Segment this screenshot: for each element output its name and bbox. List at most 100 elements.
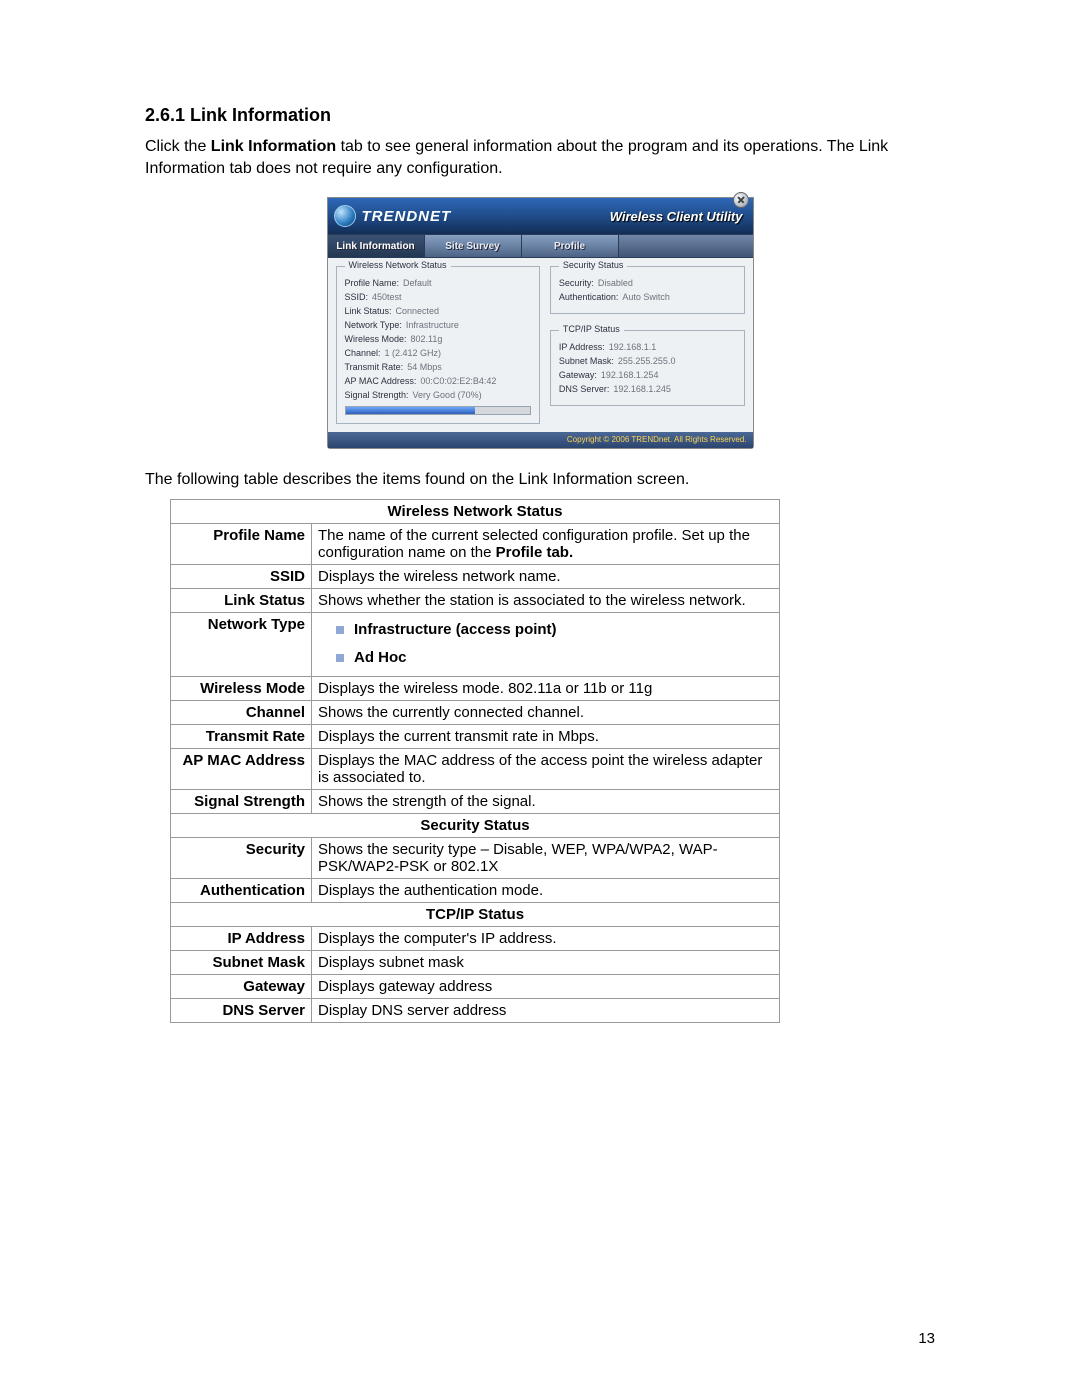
table-row: IP AddressDisplays the computer's IP add… <box>171 926 780 950</box>
def-key: AP MAC Address <box>171 748 312 789</box>
label: IP Address: <box>559 341 605 355</box>
def-key: Authentication <box>171 878 312 902</box>
def-key: Network Type <box>171 612 312 676</box>
table-section-header: Wireless Network Status <box>171 499 780 523</box>
label: SSID: <box>345 291 369 305</box>
tab-link-information[interactable]: Link Information <box>328 235 425 257</box>
def-key: DNS Server <box>171 998 312 1022</box>
table-section-header: Security Status <box>171 813 780 837</box>
group-title: Security Status <box>559 260 628 270</box>
def-val: Displays the computer's IP address. <box>312 926 780 950</box>
def-key: Link Status <box>171 588 312 612</box>
def-key: Wireless Mode <box>171 676 312 700</box>
label: Link Status: <box>345 305 392 319</box>
table-row: Signal StrengthShows the strength of the… <box>171 789 780 813</box>
document-page: 2.6.1 Link Information Click the Link In… <box>0 0 1080 1397</box>
globe-icon <box>334 205 356 227</box>
window-title: Wireless Client Utility <box>610 209 747 224</box>
group-security-status: Security Status Security:Disabled Authen… <box>550 266 745 314</box>
page-number: 13 <box>918 1330 935 1347</box>
tab-profile[interactable]: Profile <box>522 235 619 257</box>
table-row: GatewayDisplays gateway address <box>171 974 780 998</box>
def-key: IP Address <box>171 926 312 950</box>
group-title: TCP/IP Status <box>559 324 624 334</box>
def-val: Shows the strength of the signal. <box>312 789 780 813</box>
value: 192.168.1.254 <box>601 369 659 383</box>
table-row: Network Type Infrastructure (access poin… <box>171 612 780 676</box>
value: 192.168.1.245 <box>613 383 671 397</box>
value: Very Good (70%) <box>413 389 482 403</box>
def-val: Display DNS server address <box>312 998 780 1022</box>
wireless-client-utility-window: TRENDNET Wireless Client Utility Link In… <box>327 197 754 448</box>
def-val: Displays the MAC address of the access p… <box>312 748 780 789</box>
def-key: SSID <box>171 564 312 588</box>
def-key: Security <box>171 837 312 878</box>
table-section-header: TCP/IP Status <box>171 902 780 926</box>
label: Gateway: <box>559 369 597 383</box>
label: Transmit Rate: <box>345 361 404 375</box>
table-row: Profile Name The name of the current sel… <box>171 523 780 564</box>
intro-paragraph: Click the Link Information tab to see ge… <box>145 136 935 179</box>
table-row: Subnet MaskDisplays subnet mask <box>171 950 780 974</box>
label: Channel: <box>345 347 381 361</box>
label: Profile Name: <box>345 277 400 291</box>
value: Default <box>403 277 432 291</box>
value: Disabled <box>598 277 633 291</box>
bullet-icon <box>336 654 344 662</box>
value: 255.255.255.0 <box>618 355 676 369</box>
table-row: Link StatusShows whether the station is … <box>171 588 780 612</box>
value: Auto Switch <box>622 291 670 305</box>
value: Infrastructure <box>406 319 459 333</box>
section-heading: 2.6.1 Link Information <box>145 105 935 126</box>
value: 00:C0:02:E2:B4:42 <box>420 375 496 389</box>
table-intro: The following table describes the items … <box>145 471 935 489</box>
label: Wireless Mode: <box>345 333 407 347</box>
table-row: ChannelShows the currently connected cha… <box>171 700 780 724</box>
table-row: AuthenticationDisplays the authenticatio… <box>171 878 780 902</box>
value: 802.11g <box>411 333 443 347</box>
def-val: Shows the currently connected channel. <box>312 700 780 724</box>
close-icon[interactable] <box>733 192 749 208</box>
table-row: AP MAC AddressDisplays the MAC address o… <box>171 748 780 789</box>
trendnet-logo: TRENDNET <box>334 205 452 227</box>
def-key: Gateway <box>171 974 312 998</box>
label: Signal Strength: <box>345 389 409 403</box>
label: DNS Server: <box>559 383 610 397</box>
titlebar: TRENDNET Wireless Client Utility <box>328 198 753 234</box>
intro-text: Click the <box>145 138 211 155</box>
value: 192.168.1.1 <box>609 341 657 355</box>
app-body: Wireless Network Status Profile Name:Def… <box>328 258 753 431</box>
table-row: DNS ServerDisplay DNS server address <box>171 998 780 1022</box>
table-row: Wireless ModeDisplays the wireless mode.… <box>171 676 780 700</box>
table-row: Transmit RateDisplays the current transm… <box>171 724 780 748</box>
list-item: Infrastructure (access point) <box>354 621 557 638</box>
def-val: Displays the current transmit rate in Mb… <box>312 724 780 748</box>
bold-text: Profile tab. <box>496 544 574 561</box>
value: 450test <box>372 291 402 305</box>
def-val: Shows the security type – Disable, WEP, … <box>312 837 780 878</box>
def-key: Signal Strength <box>171 789 312 813</box>
label: Authentication: <box>559 291 619 305</box>
def-key: Subnet Mask <box>171 950 312 974</box>
def-val: Displays the authentication mode. <box>312 878 780 902</box>
tab-site-survey[interactable]: Site Survey <box>425 235 522 257</box>
value: Connected <box>396 305 440 319</box>
label: AP MAC Address: <box>345 375 417 389</box>
def-key: Channel <box>171 700 312 724</box>
group-tcpip-status: TCP/IP Status IP Address:192.168.1.1 Sub… <box>550 330 745 406</box>
app-footer: Copyright © 2006 TRENDnet. All Rights Re… <box>328 432 753 448</box>
def-val: Displays the wireless network name. <box>312 564 780 588</box>
def-key: Transmit Rate <box>171 724 312 748</box>
label: Network Type: <box>345 319 402 333</box>
group-wireless-network-status: Wireless Network Status Profile Name:Def… <box>336 266 540 423</box>
label: Security: <box>559 277 594 291</box>
def-val: Shows whether the station is associated … <box>312 588 780 612</box>
brand-text: TRENDNET <box>362 208 452 225</box>
intro-tab-name: Link Information <box>211 138 336 155</box>
list-item: Ad Hoc <box>354 649 407 666</box>
def-key: Profile Name <box>171 523 312 564</box>
tab-bar: Link Information Site Survey Profile <box>328 234 753 258</box>
table-row: SecurityShows the security type – Disabl… <box>171 837 780 878</box>
definitions-table: Wireless Network Status Profile Name The… <box>170 499 780 1023</box>
value: 54 Mbps <box>407 361 442 375</box>
